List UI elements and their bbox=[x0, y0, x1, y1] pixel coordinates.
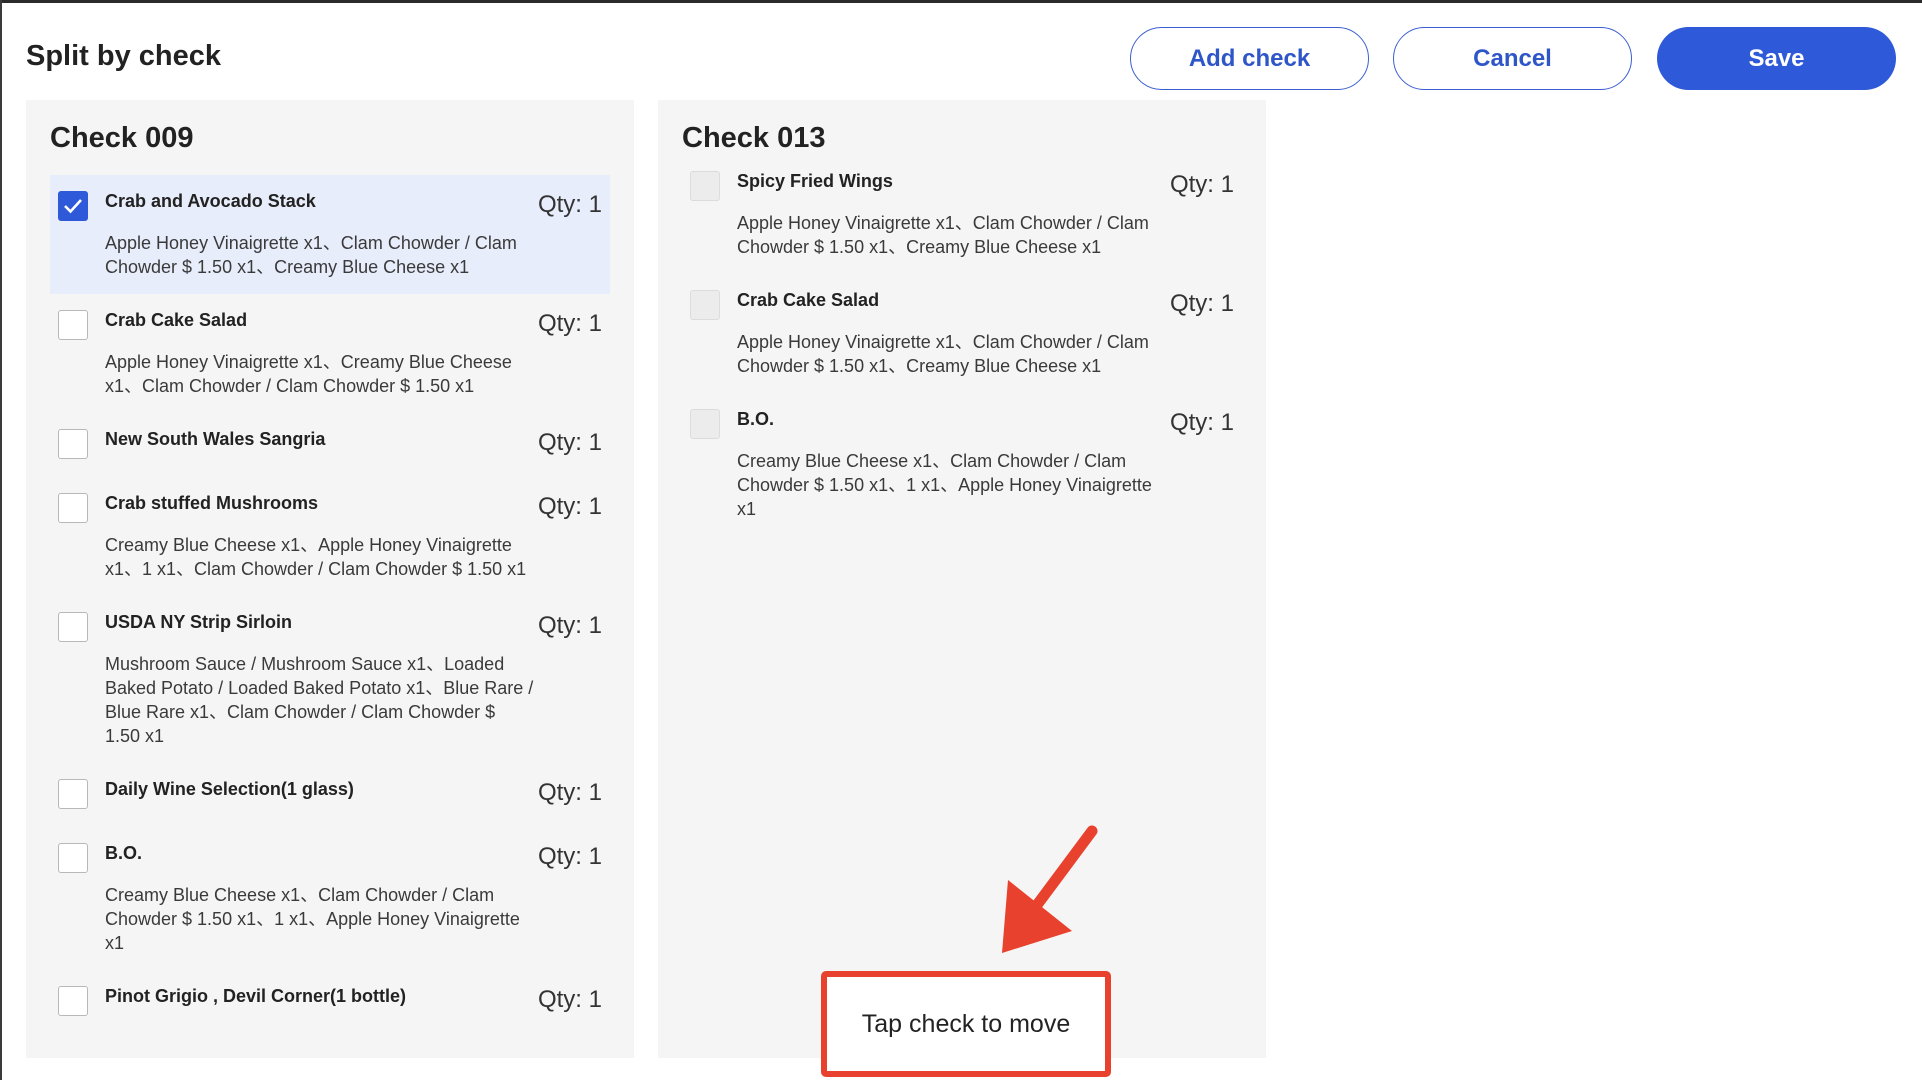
item-name: Crab Cake Salad bbox=[105, 310, 248, 330]
list-item[interactable]: Spicy Fried Wings Qty: 1 Apple Honey Vin… bbox=[682, 155, 1242, 274]
item-name: New South Wales Sangria bbox=[105, 429, 326, 449]
cancel-button[interactable]: Cancel bbox=[1393, 27, 1632, 90]
list-item[interactable]: Crab stuffed Mushrooms Qty: 1 Creamy Blu… bbox=[50, 477, 610, 596]
item-qty: Qty: 1 bbox=[537, 612, 602, 639]
list-item[interactable]: USDA NY Strip Sirloin Qty: 1 Mushroom Sa… bbox=[50, 596, 610, 763]
item-modifiers: Apple Honey Vinaigrette x1、Clam Chowder … bbox=[737, 213, 1149, 257]
check-title: Check 013 bbox=[682, 122, 826, 154]
save-button[interactable]: Save bbox=[1657, 27, 1896, 90]
add-check-button[interactable]: Add check bbox=[1130, 27, 1369, 90]
list-item[interactable]: B.O. Qty: 1 Creamy Blue Cheese x1、Clam C… bbox=[682, 393, 1242, 536]
checkbox[interactable] bbox=[58, 310, 88, 340]
check-panel-009[interactable]: Check 009 Crab and Avocado Stack Qty: 1 … bbox=[26, 100, 634, 1058]
item-name: B.O. bbox=[105, 843, 143, 863]
list-item[interactable]: Crab Cake Salad Qty: 1 Apple Honey Vinai… bbox=[682, 274, 1242, 393]
checkmark-icon bbox=[64, 199, 82, 214]
dialog-title: Split by check bbox=[26, 40, 222, 72]
checkbox[interactable] bbox=[58, 612, 88, 642]
list-item[interactable]: Daily Wine Selection(1 glass) Qty: 1 bbox=[50, 763, 610, 827]
item-name: Crab stuffed Mushrooms bbox=[105, 493, 319, 513]
list-item[interactable]: New South Wales Sangria Qty: 1 bbox=[50, 413, 610, 477]
checkbox-disabled bbox=[690, 171, 720, 201]
item-modifiers: Apple Honey Vinaigrette x1、Clam Chowder … bbox=[105, 233, 517, 277]
check-title: Check 009 bbox=[50, 122, 194, 154]
item-modifiers: Creamy Blue Cheese x1、Apple Honey Vinaig… bbox=[105, 535, 527, 579]
item-modifiers: Apple Honey Vinaigrette x1、Clam Chowder … bbox=[737, 332, 1149, 376]
checkbox[interactable] bbox=[58, 429, 88, 459]
item-modifiers: Creamy Blue Cheese x1、Clam Chowder / Cla… bbox=[105, 885, 520, 953]
item-qty: Qty: 1 bbox=[1169, 290, 1234, 317]
checkbox-checked[interactable] bbox=[58, 191, 88, 221]
item-modifiers: Creamy Blue Cheese x1、Clam Chowder / Cla… bbox=[737, 451, 1152, 519]
item-name: Crab and Avocado Stack bbox=[105, 191, 316, 211]
checkbox[interactable] bbox=[58, 493, 88, 523]
list-item[interactable]: Pinot Grigio , Devil Corner(1 bottle) Qt… bbox=[50, 970, 610, 1034]
list-item[interactable]: Crab and Avocado Stack Qty: 1 Apple Hone… bbox=[50, 175, 610, 294]
item-qty: Qty: 1 bbox=[537, 986, 602, 1013]
item-qty: Qty: 1 bbox=[537, 493, 602, 520]
item-qty: Qty: 1 bbox=[537, 310, 602, 337]
checkbox-disabled bbox=[690, 409, 720, 439]
red-arrow-icon bbox=[1002, 825, 1098, 953]
item-qty: Qty: 1 bbox=[537, 191, 602, 218]
item-name: USDA NY Strip Sirloin bbox=[105, 612, 293, 632]
item-name: B.O. bbox=[737, 409, 775, 429]
item-modifiers: Apple Honey Vinaigrette x1、Creamy Blue C… bbox=[105, 352, 512, 396]
item-qty: Qty: 1 bbox=[537, 843, 602, 870]
item-qty: Qty: 1 bbox=[1169, 409, 1234, 436]
checkbox[interactable] bbox=[58, 986, 88, 1016]
item-qty: Qty: 1 bbox=[537, 779, 602, 806]
item-name: Pinot Grigio , Devil Corner(1 bottle) bbox=[105, 986, 407, 1006]
item-name: Crab Cake Salad bbox=[737, 290, 880, 310]
item-name: Spicy Fried Wings bbox=[737, 171, 893, 191]
list-item[interactable]: B.O. Qty: 1 Creamy Blue Cheese x1、Clam C… bbox=[50, 827, 610, 970]
tap-check-hint: Tap check to move bbox=[821, 971, 1111, 1077]
left-border bbox=[0, 0, 2, 1080]
checkbox[interactable] bbox=[58, 779, 88, 809]
item-qty: Qty: 1 bbox=[537, 429, 602, 456]
checkbox[interactable] bbox=[58, 843, 88, 873]
check-panel-013[interactable]: Check 013 Spicy Fried Wings Qty: 1 Apple… bbox=[658, 100, 1266, 1058]
item-name: Daily Wine Selection(1 glass) bbox=[105, 779, 354, 799]
item-modifiers: Mushroom Sauce / Mushroom Sauce x1、Loade… bbox=[105, 654, 534, 746]
item-qty: Qty: 1 bbox=[1169, 171, 1234, 198]
top-border bbox=[0, 0, 1922, 3]
list-item[interactable]: Crab Cake Salad Qty: 1 Apple Honey Vinai… bbox=[50, 294, 610, 413]
checkbox-disabled bbox=[690, 290, 720, 320]
